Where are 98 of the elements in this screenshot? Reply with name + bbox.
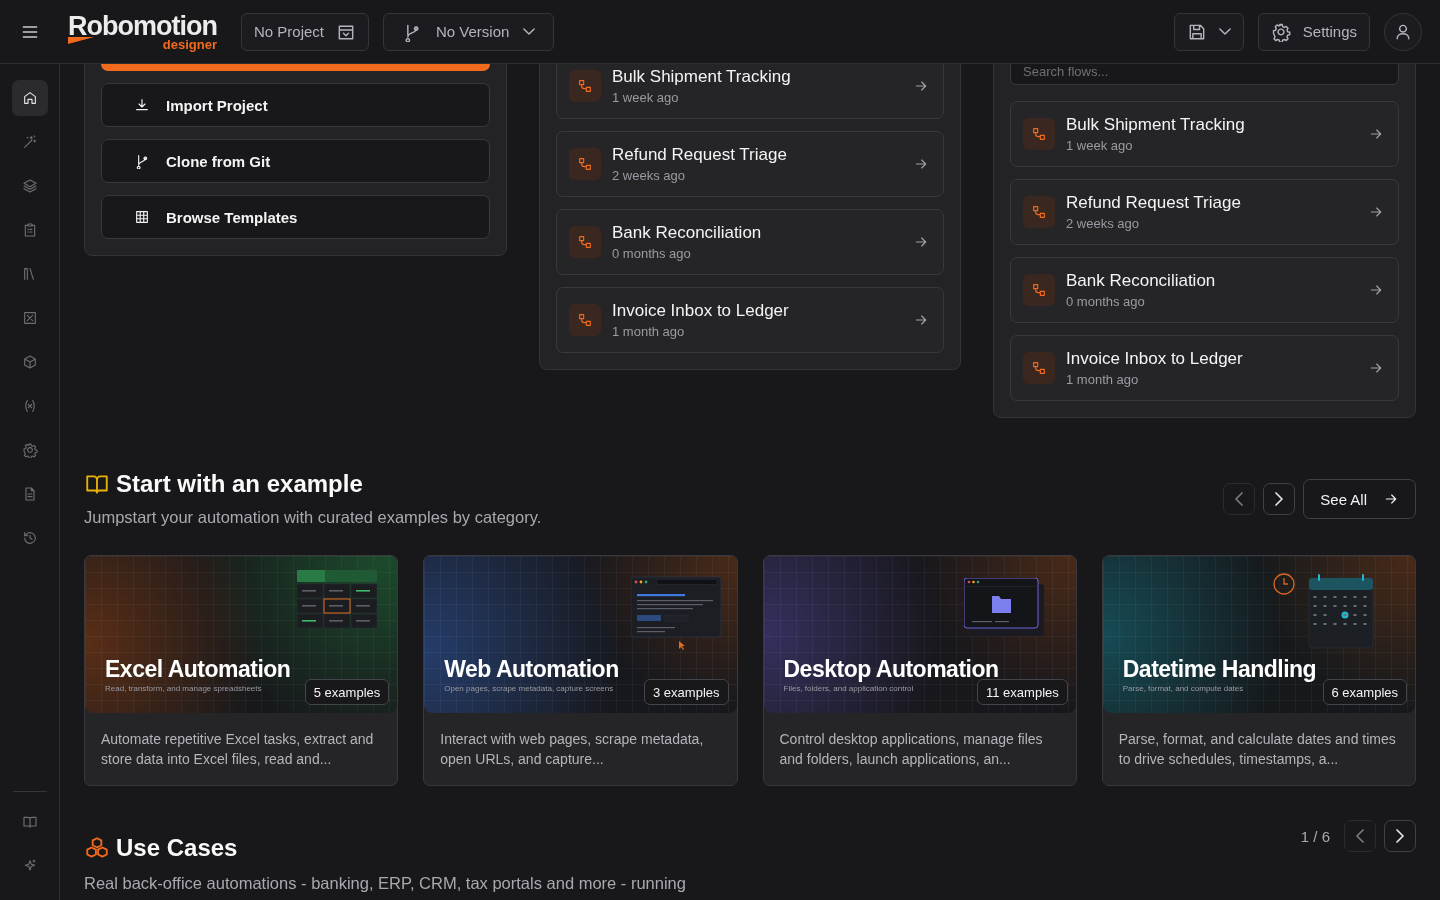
- flow-card[interactable]: Refund Request Triage 2 weeks ago: [1010, 179, 1399, 245]
- project-selector[interactable]: No Project: [240, 12, 369, 51]
- flow-icon: [577, 312, 593, 328]
- example-count: 6 examples: [1322, 679, 1407, 705]
- flow-time: 2 weeks ago: [612, 168, 686, 183]
- magic-wand-icon: [21, 134, 38, 150]
- flow-name: Refund Request Triage: [612, 145, 788, 165]
- page-indicator: 1 / 6: [1300, 827, 1330, 845]
- flow-icon: [1031, 282, 1047, 298]
- flow-name: Bulk Shipment Tracking: [612, 67, 792, 87]
- arrow-right-icon: [1368, 360, 1384, 376]
- chevron-right-icon: [1396, 829, 1404, 843]
- flow-time: 2 weeks ago: [1066, 216, 1140, 231]
- flow-card[interactable]: Bulk Shipment Tracking 1 week ago: [556, 64, 944, 119]
- cube-icon: [21, 354, 38, 370]
- chevron-right-icon: [1275, 492, 1284, 506]
- sidebar-item[interactable]: [11, 80, 48, 116]
- flow-time: 1 month ago: [1066, 372, 1140, 387]
- flow-name: Invoice Inbox to Ledger: [612, 301, 790, 321]
- example-card[interactable]: Excel Automation Read, transform, and manage spreadsheets 5 examples Automate repetitive Excel tasks, extract and store data into Excel files, read and...: [84, 555, 399, 786]
- card-title: Datetime Handling: [1122, 655, 1318, 683]
- flow-time: 0 months ago: [612, 246, 692, 261]
- arrow-right-icon: [913, 312, 929, 328]
- flow-name: Invoice Inbox to Ledger: [1066, 349, 1244, 369]
- card-caption: Parse, format, and compute dates: [1122, 683, 1244, 695]
- flow-icon: [577, 234, 593, 250]
- chevron-down-icon: [1218, 28, 1231, 35]
- settings-button[interactable]: Settings: [1257, 12, 1370, 51]
- action-button[interactable]: Clone from Git: [101, 139, 490, 183]
- flow-card[interactable]: Bank Reconciliation 0 months ago: [556, 209, 944, 275]
- example-card[interactable]: Datetime Handling Parse, format, and compute dates 6 examples Parse, format, and calculate dates and times to drive schedules, timestamps, a...: [1101, 555, 1416, 786]
- flow-card[interactable]: Invoice Inbox to Ledger 1 month ago: [556, 287, 944, 353]
- flow-card[interactable]: Invoice Inbox to Ledger 1 month ago: [1010, 335, 1399, 401]
- see-all-button[interactable]: See All: [1303, 479, 1416, 519]
- logo[interactable]: Robomotion designer: [68, 12, 217, 51]
- card-title: Web Automation: [444, 655, 620, 683]
- section-title: Start with an example: [116, 470, 363, 498]
- flow-time: 1 month ago: [612, 324, 686, 339]
- card-title: Excel Automation: [105, 655, 292, 683]
- example-count: 11 examples: [977, 679, 1068, 705]
- flow-icon: [1031, 126, 1047, 142]
- next-button[interactable]: [1263, 483, 1296, 515]
- card-caption: Open pages, scrape metadata, capture screens: [444, 683, 614, 695]
- grid-icon: [134, 209, 150, 225]
- example-count: 3 examples: [644, 679, 729, 705]
- home-icon: [21, 90, 38, 106]
- chevron-left-icon: [1235, 492, 1244, 506]
- example-card[interactable]: Web Automation Open pages, scrape metadata, capture screens 3 examples Interact with web pages, scrape metadata, open URLs, and capture...: [423, 555, 738, 786]
- action-button[interactable]: Import Project: [101, 83, 490, 127]
- arrow-right-icon: [1368, 126, 1384, 142]
- arrow-right-icon: [913, 156, 929, 172]
- layers-icon: [21, 178, 38, 194]
- version-selector[interactable]: No Version: [383, 12, 555, 51]
- arrow-right-icon: [913, 234, 929, 250]
- section-subtitle: Real back-office automations - banking, ERP, CRM, tax portals and more - running: [84, 874, 686, 893]
- card-caption: Files, folders, and application control: [783, 683, 914, 695]
- chevron-down-icon: [523, 28, 536, 35]
- settings-icon: [21, 442, 38, 458]
- card-description: Parse, format, and calculate dates and times to drive schedules, timestamps, a...: [1117, 730, 1397, 769]
- flow-name: Bank Reconciliation: [1066, 271, 1217, 291]
- section-subtitle: Jumpstart your automation with curated examples by category.: [84, 508, 542, 527]
- arrow-right-icon: [1383, 491, 1399, 507]
- example-count: 5 examples: [304, 679, 390, 705]
- flow-icon: [1031, 204, 1047, 220]
- card-caption: Read, transform, and manage spreadsheets: [105, 683, 262, 695]
- history-icon: [21, 530, 38, 546]
- flow-name: Bulk Shipment Tracking: [1066, 115, 1246, 135]
- flow-icon: [577, 78, 593, 94]
- search-field[interactable]: Search flows...: [1010, 64, 1399, 85]
- flow-icon: [577, 156, 593, 172]
- flow-icon: [1031, 360, 1047, 376]
- git-branch-icon: [134, 153, 150, 169]
- flow-name: Bank Reconciliation: [612, 223, 763, 243]
- flow-time: 1 week ago: [1066, 138, 1134, 153]
- arrow-right-icon: [1368, 282, 1384, 298]
- chevron-left-icon: [1356, 829, 1364, 843]
- arrow-right-icon: [913, 78, 929, 94]
- flow-card[interactable]: Refund Request Triage 2 weeks ago: [556, 131, 944, 197]
- arrow-right-icon: [1368, 204, 1384, 220]
- next-button[interactable]: [1384, 820, 1416, 852]
- flow-card[interactable]: Bank Reconciliation 0 months ago: [1010, 257, 1399, 323]
- download-icon: [134, 97, 150, 113]
- save-button[interactable]: [1173, 12, 1244, 51]
- action-button[interactable]: Browse Templates: [101, 195, 490, 239]
- box-x-icon: [21, 310, 38, 326]
- card-description: Control desktop applications, manage files and folders, launch applications, an...: [778, 730, 1044, 769]
- example-card[interactable]: Desktop Automation Files, folders, and application control 11 examples Control desktop applications, manage files and folders, launch applications, an...: [762, 555, 1077, 786]
- flow-name: Refund Request Triage: [1066, 193, 1242, 213]
- card-description: Interact with web pages, scrape metadata, open URLs, and capture...: [439, 730, 705, 769]
- cubes-icon: [84, 835, 110, 861]
- section-title: Use Cases: [116, 834, 238, 862]
- flow-time: 0 months ago: [1066, 294, 1146, 309]
- avatar-button[interactable]: [1384, 12, 1422, 51]
- book-icon: [21, 814, 38, 830]
- flow-time: 1 week ago: [612, 90, 680, 105]
- settings-icon: [1270, 21, 1291, 42]
- flow-card[interactable]: Bulk Shipment Tracking 1 week ago: [1010, 101, 1399, 167]
- card-description: Automate repetitive Excel tasks, extract and store data into Excel files, read and...: [100, 730, 375, 769]
